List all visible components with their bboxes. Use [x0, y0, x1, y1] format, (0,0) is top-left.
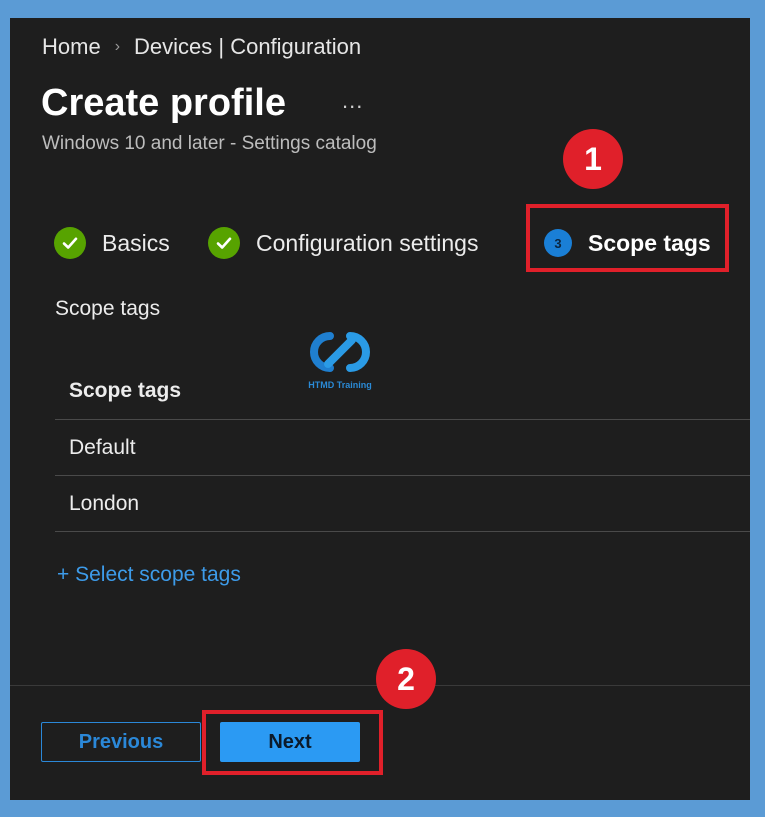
annotation-marker-1: 1 [563, 129, 623, 189]
step-configuration-settings[interactable]: Configuration settings [208, 221, 478, 265]
step-basics[interactable]: Basics [54, 221, 170, 265]
previous-button[interactable]: Previous [41, 722, 201, 762]
breadcrumb-devices-configuration[interactable]: Devices | Configuration [134, 34, 361, 60]
annotation-box-scope-tags [526, 204, 729, 272]
chevron-right-icon: › [114, 38, 121, 55]
page-title: Create profile [41, 82, 286, 124]
page-subtitle: Windows 10 and later - Settings catalog [42, 133, 377, 154]
breadcrumb: Home › Devices | Configuration [42, 34, 361, 60]
scope-tags-table: Scope tags Default London [55, 363, 750, 532]
step-label: Basics [102, 229, 170, 256]
check-icon [54, 227, 86, 259]
annotation-marker-2: 2 [376, 649, 436, 709]
table-header: Scope tags [55, 363, 750, 420]
select-scope-tags-link[interactable]: + Select scope tags [57, 563, 241, 587]
check-icon [208, 227, 240, 259]
step-label: Configuration settings [256, 229, 479, 256]
table-row: Default [55, 420, 750, 476]
section-label: Scope tags [55, 297, 161, 320]
table-row: London [55, 476, 750, 532]
breadcrumb-home[interactable]: Home [42, 34, 101, 60]
more-options-icon[interactable]: ... [342, 88, 363, 114]
annotation-box-next [202, 710, 383, 775]
create-profile-panel: Home › Devices | Configuration Create pr… [10, 18, 750, 800]
